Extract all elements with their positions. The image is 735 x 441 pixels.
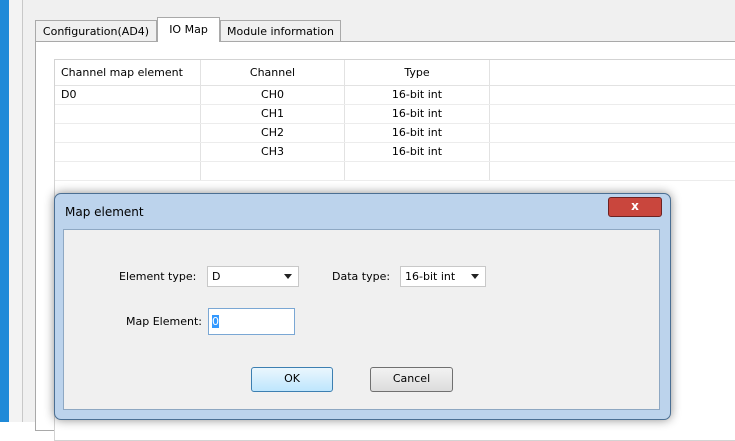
- column-header-label: Type: [404, 66, 430, 79]
- table-cell: 16-bit int: [345, 105, 490, 123]
- column-header-label: Channel map element: [61, 66, 183, 79]
- table-cell: [201, 162, 345, 180]
- close-button[interactable]: x: [608, 197, 662, 217]
- close-icon: x: [631, 199, 639, 213]
- table-row[interactable]: CH2 16-bit int: [55, 124, 735, 143]
- data-type-select[interactable]: 16-bit int: [400, 266, 486, 287]
- column-header-empty: [490, 60, 735, 85]
- table-cell: [55, 105, 201, 123]
- map-element-input[interactable]: 0: [208, 308, 295, 335]
- column-header-label: Channel: [249, 66, 296, 79]
- chevron-down-icon: [284, 274, 292, 279]
- column-header-channel-map-element[interactable]: Channel map element: [55, 60, 201, 85]
- table-cell: CH1: [201, 105, 345, 123]
- column-header-type[interactable]: Type: [345, 60, 490, 85]
- dialog-body: Element type: D Data type: 16-bit int Ma…: [63, 229, 660, 410]
- left-accent-bar: [0, 0, 9, 422]
- table-row[interactable]: CH3 16-bit int: [55, 143, 735, 162]
- ok-button[interactable]: OK: [251, 367, 333, 392]
- table-cell: CH2: [201, 124, 345, 142]
- table-cell: 16-bit int: [345, 86, 490, 104]
- table-row[interactable]: D0 CH0 16-bit int: [55, 86, 735, 105]
- data-type-value: 16-bit int: [405, 270, 456, 283]
- table-row-empty: [55, 162, 735, 181]
- tab-io-map[interactable]: IO Map: [157, 17, 220, 42]
- table-cell: [490, 105, 735, 123]
- table-cell: D0: [55, 86, 201, 104]
- cancel-button[interactable]: Cancel: [370, 367, 453, 392]
- data-type-label: Data type:: [332, 270, 391, 283]
- table-cell: [490, 86, 735, 104]
- table-cell: [490, 162, 735, 180]
- table-cell: CH0: [201, 86, 345, 104]
- table-row[interactable]: CH1 16-bit int: [55, 105, 735, 124]
- table-cell: [490, 143, 735, 161]
- chevron-down-icon: [471, 274, 479, 279]
- cell-text: CH3: [261, 145, 284, 158]
- column-header-channel[interactable]: Channel: [201, 60, 345, 85]
- table-cell: CH3: [201, 143, 345, 161]
- element-type-value: D: [212, 270, 221, 283]
- table-cell: [345, 162, 490, 180]
- table-cell: [55, 143, 201, 161]
- table-cell: 16-bit int: [345, 143, 490, 161]
- cell-text: CH2: [261, 126, 284, 139]
- dialog-title: Map element: [65, 205, 144, 219]
- cell-text: 16-bit int: [391, 145, 443, 158]
- tab-configuration[interactable]: Configuration(AD4): [35, 20, 157, 41]
- table-header-row: Channel map element Channel Type: [55, 60, 735, 86]
- cell-text: 16-bit int: [391, 107, 443, 120]
- cell-text: 16-bit int: [391, 126, 443, 139]
- cell-text: D0: [61, 88, 77, 101]
- left-panel-strip: [9, 0, 23, 422]
- map-element-label: Map Element:: [126, 315, 202, 328]
- tab-module-information[interactable]: Module information: [220, 20, 341, 41]
- map-element-value: 0: [212, 315, 219, 328]
- cell-text: CH1: [261, 107, 284, 120]
- table-cell: 16-bit int: [345, 124, 490, 142]
- table-cell: [55, 162, 201, 180]
- element-type-select[interactable]: D: [207, 266, 299, 287]
- cell-text: CH0: [261, 88, 284, 101]
- map-element-dialog: Map element x Element type: D Data type:…: [54, 193, 671, 420]
- table-cell: [55, 124, 201, 142]
- element-type-label: Element type:: [119, 270, 197, 283]
- cell-text: 16-bit int: [391, 88, 443, 101]
- table-cell: [490, 124, 735, 142]
